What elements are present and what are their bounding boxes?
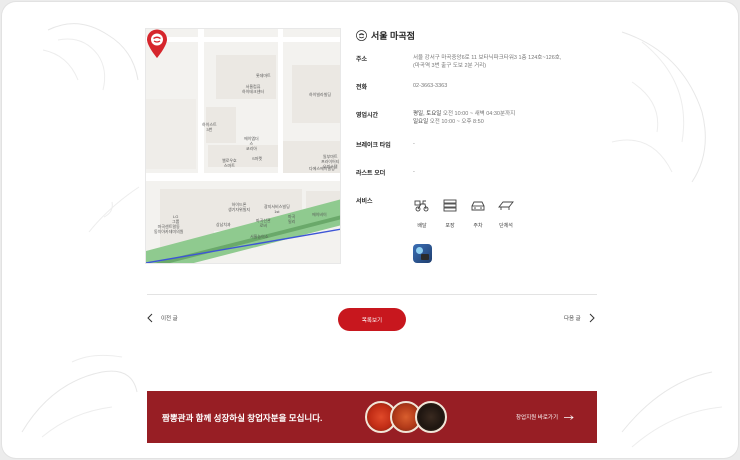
address-value: 서울 강서구 마곡중앙6로 11 보타닉파크타워3 1층 124호~126호, … <box>413 54 603 70</box>
map-label: 에이엠더 스 코리아 <box>244 136 259 151</box>
service-label: 주차 <box>473 223 483 229</box>
service-list: 배달 포장 주차 단체석 <box>413 198 515 232</box>
hours-time-1: 오전 10:00 ~ 새벽 04:30분까지 <box>441 111 516 117</box>
map-label: 하이스트 3번 <box>202 122 217 132</box>
break-label: 브레이크 타임 <box>356 143 391 149</box>
shrimp-sketch-left <box>21 354 138 438</box>
map-label: 옐로우호 스마트 <box>222 158 237 168</box>
map-label: S마켓 <box>252 156 263 161</box>
address-label: 주소 <box>356 57 368 63</box>
service-label: 단체석 <box>499 223 513 229</box>
address-line2: (마곡역 3번 출구 도보 2분 거리) <box>413 63 487 69</box>
store-map[interactable]: 롯데마트 서울컴퓨 하이테크센터 하이빌라빌딩 하이스트 3번 옐로우호 스마트… <box>145 28 341 264</box>
service-takeout: 포장 <box>441 198 459 232</box>
chevron-left-icon <box>147 313 153 323</box>
chevron-right-icon <box>589 313 595 323</box>
hours-time-2: 오전 10:00 ~ 오후 8:50 <box>428 119 484 125</box>
map-label: 마곡 밀리 <box>288 214 296 224</box>
service-parking: 주차 <box>469 198 487 232</box>
franchise-cta-link[interactable]: 창업지원 바로가기 <box>516 413 574 421</box>
map-label: 상남치과 <box>216 222 231 227</box>
map-label: 에이비이 <box>312 212 327 217</box>
prev-post-link[interactable]: 이전 글 <box>147 313 178 323</box>
hours-label: 영업시간 <box>356 113 379 119</box>
hours-value: 평일, 토요일 오전 10:00 ~ 새벽 04:30분까지 일요일 오전 10… <box>413 110 603 126</box>
store-title: 서울 마곡점 <box>356 28 606 42</box>
map-label: 다에스에이빌딩 <box>309 166 335 171</box>
phone-label: 전화 <box>356 85 368 91</box>
group-seat-icon <box>498 201 514 210</box>
dish-image-3 <box>415 401 447 433</box>
banner-text: 짬뽕관과 함께 성장하실 창업자분을 모십니다. <box>162 413 323 423</box>
next-post-link[interactable]: 다음 글 <box>564 313 595 323</box>
services-label: 서비스 <box>356 199 373 205</box>
herb-sketch <box>88 186 140 233</box>
address-line1: 서울 강서구 마곡중앙6로 11 보타닉파크타워3 1층 124호~126호, <box>413 55 562 61</box>
squid-sketch-right <box>611 31 706 183</box>
divider <box>147 294 597 295</box>
arrow-right-icon <box>564 414 574 420</box>
app-badge-icon[interactable] <box>413 244 432 263</box>
map-label: 마곡센트럴동 동치아카데미의원 <box>154 224 184 234</box>
squid-sketch-left <box>42 23 139 91</box>
lastorder-value: - <box>413 169 415 175</box>
break-value: - <box>413 141 415 147</box>
takeout-icon <box>443 199 457 212</box>
store-marker-icon[interactable] <box>146 29 168 59</box>
service-group-seat: 단체석 <box>497 198 515 232</box>
map-label: 마곡신관 로비 <box>256 218 271 228</box>
parking-icon <box>471 201 485 211</box>
delivery-icon <box>414 200 429 212</box>
shrimp-sketch-right <box>621 371 723 448</box>
brand-logo-icon <box>356 29 367 41</box>
prev-post-label: 이전 글 <box>161 316 178 322</box>
list-view-button[interactable]: 목록보기 <box>338 308 406 331</box>
map-label: 서울컴퓨 하이테크센터 <box>242 84 265 94</box>
map-label: 서울농이소 <box>250 234 269 239</box>
map-label: 하이드론 생기자위빌지 <box>228 202 251 212</box>
phone-value[interactable]: 02-3663-3363 <box>413 82 603 90</box>
store-info: 서울 마곡점 주소 서울 강서구 마곡중앙6로 11 보타닉파크타워3 1층 1… <box>356 28 606 263</box>
page-frame: 롯데마트 서울컴퓨 하이테크센터 하이빌라빌딩 하이스트 3번 옐로우호 스마트… <box>2 2 738 458</box>
franchise-banner[interactable]: 짬뽕관과 함께 성장하실 창업자분을 모십니다. 창업지원 바로가기 <box>147 391 597 443</box>
store-name: 서울 마곡점 <box>371 30 415 41</box>
map-label: 롯데마트 <box>256 73 271 78</box>
hours-day-2: 일요일 <box>413 119 429 125</box>
cta-label: 창업지원 바로가기 <box>516 415 559 421</box>
service-label: 포장 <box>445 223 455 229</box>
lastorder-label: 라스트 오더 <box>356 171 386 177</box>
map-label: 광지서비스빌딩 1st <box>264 204 290 214</box>
hours-day-1: 평일, 토요일 <box>413 111 442 117</box>
next-post-label: 다음 글 <box>564 316 581 322</box>
service-delivery: 배달 <box>413 198 431 232</box>
service-label: 배달 <box>417 223 427 229</box>
map-label: 하이빌라빌딩 <box>309 92 332 97</box>
